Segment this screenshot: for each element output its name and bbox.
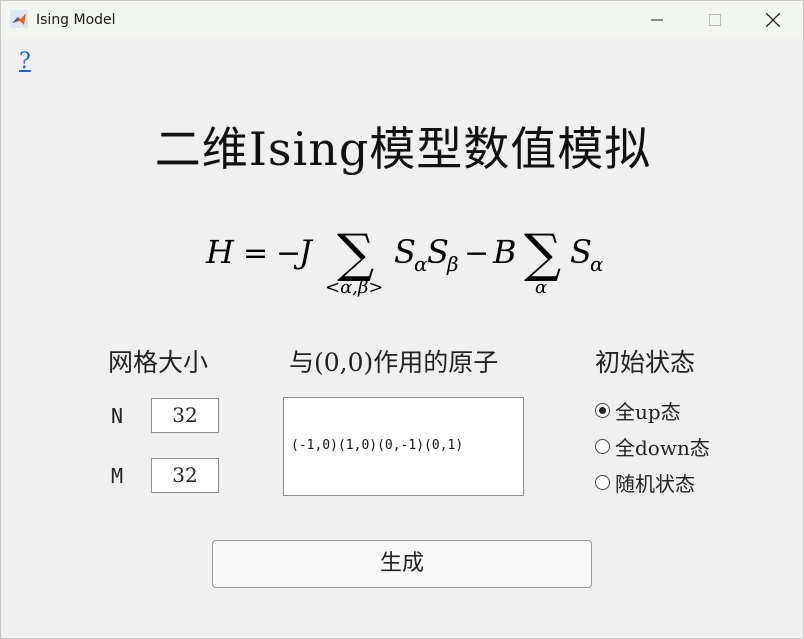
radio-circle[interactable] — [595, 438, 610, 454]
page-title: 二维Ising模型数值模拟 — [154, 122, 652, 176]
neighbors-textarea[interactable]: (-1,0)(1,0)(0,-1)(0,1) — [283, 397, 524, 496]
formula-sub-alpha-1: α — [414, 252, 428, 276]
formula-sum-2-subscript: α — [535, 277, 547, 298]
maximize-icon — [709, 14, 721, 26]
hamiltonian-formula: H = − J ∑ <α,β> S α S β − B ∑ α S α — [205, 224, 604, 298]
radio-circle[interactable] — [595, 474, 610, 490]
initial-state-heading: 初始状态 — [595, 348, 696, 377]
radio-circle-checked[interactable] — [595, 402, 610, 418]
formula-s-beta: S — [427, 233, 449, 271]
generate-button[interactable]: 生成 — [212, 540, 592, 588]
neighbors-heading: 与(0,0)作用的原子 — [289, 348, 499, 377]
radio-label-random: 随机状态 — [615, 471, 695, 496]
n-input[interactable]: 32 — [151, 398, 219, 433]
formula-sum-1-subscript: <α,β> — [325, 277, 383, 298]
formula-minus-1: − — [276, 236, 301, 271]
n-label: N — [111, 404, 124, 428]
radio-all-down[interactable]: 全down态 — [595, 434, 710, 460]
radio-label-all-up: 全up态 — [615, 399, 681, 424]
help-link[interactable]: ? — [19, 49, 31, 74]
radio-label-all-down: 全down态 — [615, 435, 710, 460]
neighbors-value: (-1,0)(1,0)(0,-1)(0,1) — [291, 438, 464, 453]
close-button[interactable] — [744, 1, 802, 39]
title-bar[interactable]: Ising Model — [1, 1, 803, 39]
formula-sum-1: ∑ — [337, 224, 374, 284]
minimize-button[interactable] — [628, 1, 686, 39]
maximize-button[interactable] — [686, 1, 744, 39]
formula-sub-beta: β — [446, 252, 459, 276]
close-icon — [766, 13, 780, 27]
formula-s-alpha: S — [394, 233, 416, 271]
grid-size-heading: 网格大小 — [108, 348, 209, 377]
minimize-icon — [651, 19, 663, 21]
formula-s-alpha-2: S — [570, 233, 592, 271]
formula-minus-2: − — [464, 236, 489, 271]
formula-equals: = — [243, 236, 268, 271]
radio-random[interactable]: 随机状态 — [595, 470, 695, 496]
matlab-icon — [10, 10, 28, 28]
formula-sub-alpha-2: α — [590, 252, 604, 276]
formula-h: H — [205, 233, 235, 271]
radio-all-up[interactable]: 全up态 — [595, 398, 681, 424]
window-title: Ising Model — [36, 12, 116, 28]
m-label: M — [111, 464, 124, 488]
m-input[interactable]: 32 — [151, 458, 219, 493]
formula-b: B — [492, 233, 517, 271]
formula-sum-2: ∑ — [524, 224, 561, 284]
app-window: Ising Model ? 二维Ising模型数值模拟 H = − J ∑ <α… — [0, 0, 804, 639]
